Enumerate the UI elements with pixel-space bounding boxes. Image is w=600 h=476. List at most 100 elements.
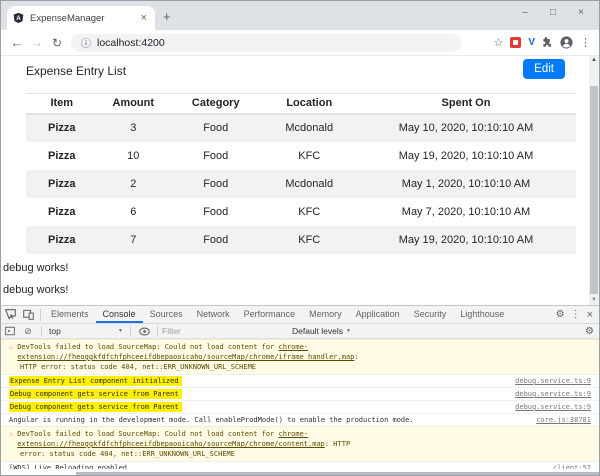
devtools-close-icon[interactable]: × (587, 309, 593, 321)
table-cell: Food (169, 142, 263, 170)
table-cell: May 7, 2020, 10:10:10 AM (356, 198, 576, 226)
table-cell: May 19, 2020, 10:10:10 AM (356, 226, 576, 254)
table-header-row: ItemAmountCategoryLocationSpent On (26, 94, 576, 114)
clear-console-icon[interactable]: ⊘ (19, 324, 37, 338)
toolbar-right: ☆ V ⋮ (493, 36, 599, 49)
devtools-tab-bar: ElementsConsoleSourcesNetworkPerformance… (1, 306, 599, 324)
table-cell: Pizza (26, 170, 98, 198)
console-warning-row: ⚠ DevTools failed to load SourceMap: Cou… (1, 426, 599, 461)
console-source-link[interactable]: debug.service.ts:9 (515, 390, 591, 399)
browser-menu-icon[interactable]: ⋮ (580, 36, 591, 49)
maximize-icon[interactable]: □ (539, 3, 567, 23)
table-cell: KFC (263, 226, 357, 254)
warning-icon: ⚠ (9, 342, 13, 362)
table-cell: May 1, 2020, 10:10:10 AM (356, 170, 576, 198)
window-controls: – □ × (511, 3, 595, 23)
devtools-tab-elements[interactable]: Elements (44, 306, 96, 323)
divider (157, 326, 158, 337)
console-source-link[interactable]: core.js:38781 (536, 416, 591, 425)
edit-button[interactable]: Edit (523, 59, 565, 79)
table-row: Pizza7FoodKFCMay 19, 2020, 10:10:10 AM (26, 226, 576, 254)
console-log-row: Debug component gets service from Parent… (1, 387, 599, 400)
svg-text:A: A (16, 15, 21, 22)
console-log-text: Debug component gets service from Parent (9, 403, 182, 412)
table-cell: Pizza (26, 226, 98, 254)
divider (41, 326, 42, 337)
devtools-menu-icon[interactable]: ⋮ (571, 309, 581, 320)
column-header: Spent On (356, 94, 576, 114)
column-header: Category (169, 94, 263, 114)
table-cell: 3 (98, 114, 170, 142)
devtools-tab-sources[interactable]: Sources (143, 306, 190, 323)
bottom-scrollbar[interactable] (76, 472, 599, 475)
devtools-tab-security[interactable]: Security (407, 306, 454, 323)
back-icon[interactable]: ← (7, 35, 27, 50)
debug-works-line: debug works! (3, 284, 68, 296)
console-log-row: Debug component gets service from Parent… (1, 400, 599, 413)
tab-close-icon[interactable]: × (139, 12, 149, 24)
devtools-tab-network[interactable]: Network (190, 306, 237, 323)
devtools-tab-console[interactable]: Console (96, 306, 143, 323)
scroll-up-icon[interactable]: ▲ (589, 56, 599, 65)
table-row: Pizza3FoodMcdonaldMay 10, 2020, 10:10:10… (26, 114, 576, 142)
expense-table: ItemAmountCategoryLocationSpent On Pizza… (26, 93, 576, 254)
console-warning-text: DevTools failed to load SourceMap: Could… (17, 342, 591, 362)
address-bar[interactable]: ⓘ localhost:4200 (71, 34, 461, 52)
extension-red-icon[interactable] (510, 37, 521, 48)
forward-icon[interactable]: → (27, 35, 47, 50)
window-bottom-edge (1, 469, 599, 475)
devtools-tab-performance[interactable]: Performance (237, 306, 303, 323)
devtools-tabbar-right: ⚙ ⋮ × (556, 309, 599, 321)
url-text[interactable]: localhost:4200 (97, 37, 165, 49)
console-levels-select[interactable]: Default levels ▼ (292, 326, 351, 336)
site-info-icon[interactable]: ⓘ (81, 35, 91, 50)
console-log-text: Expense Entry List component initialized (9, 377, 182, 386)
table-cell: May 10, 2020, 10:10:10 AM (356, 114, 576, 142)
column-header: Location (263, 94, 357, 114)
console-log-text: Angular is running in the development mo… (9, 416, 414, 425)
reload-icon[interactable]: ↻ (47, 36, 67, 50)
console-context-select[interactable]: top ▼ (46, 326, 126, 336)
console-settings-icon[interactable]: ⚙ (585, 326, 594, 337)
devtools-tab-memory[interactable]: Memory (302, 306, 349, 323)
close-icon[interactable]: × (567, 3, 595, 23)
inspect-element-icon[interactable] (1, 306, 19, 323)
scrollbar-thumb[interactable] (590, 86, 598, 294)
console-log-row: Expense Entry List component initialized… (1, 374, 599, 387)
extension-v-icon[interactable]: V (528, 37, 535, 48)
minimize-icon[interactable]: – (511, 3, 539, 23)
column-header: Amount (98, 94, 170, 114)
chevron-down-icon: ▼ (118, 328, 123, 334)
page-scrollbar[interactable]: ▲ ▼ (589, 56, 599, 305)
warning-icon: ⚠ (9, 429, 13, 449)
tab-title: ExpenseManager (30, 13, 139, 24)
console-log-row: Angular is running in the development mo… (1, 413, 599, 426)
table-cell: Mcdonald (263, 114, 357, 142)
debug-works-line: debug works! (3, 262, 68, 274)
table-cell: 6 (98, 198, 170, 226)
extensions-puzzle-icon[interactable] (542, 37, 553, 48)
scroll-down-icon[interactable]: ▼ (589, 296, 599, 305)
browser-toolbar: ← → ↻ ⓘ localhost:4200 ☆ V ⋮ (1, 30, 599, 56)
table-row: Pizza2FoodMcdonaldMay 1, 2020, 10:10:10 … (26, 170, 576, 198)
devtools-settings-icon[interactable]: ⚙ (556, 309, 565, 320)
bookmark-star-icon[interactable]: ☆ (493, 36, 503, 49)
table-body: Pizza3FoodMcdonaldMay 10, 2020, 10:10:10… (26, 114, 576, 254)
table-cell: Food (169, 226, 263, 254)
table-cell: Pizza (26, 142, 98, 170)
live-expression-eye-icon[interactable] (135, 324, 153, 338)
console-sidebar-icon[interactable] (1, 324, 19, 338)
devtools-tab-lighthouse[interactable]: Lighthouse (453, 306, 511, 323)
browser-tab[interactable]: A ExpenseManager × (7, 6, 155, 30)
table-cell: 7 (98, 226, 170, 254)
tab-strip: A ExpenseManager × + – □ × (1, 1, 599, 30)
device-toolbar-icon[interactable] (19, 306, 37, 323)
devtools-tab-application[interactable]: Application (349, 306, 407, 323)
console-source-link[interactable]: debug.service.ts:9 (515, 377, 591, 386)
angular-logo-icon: A (13, 12, 24, 24)
console-source-link[interactable]: debug.service.ts:9 (515, 403, 591, 412)
console-filter-input[interactable] (162, 326, 292, 336)
new-tab-button[interactable]: + (163, 9, 171, 24)
table-cell: May 19, 2020, 10:10:10 AM (356, 142, 576, 170)
profile-avatar-icon[interactable] (560, 36, 573, 49)
